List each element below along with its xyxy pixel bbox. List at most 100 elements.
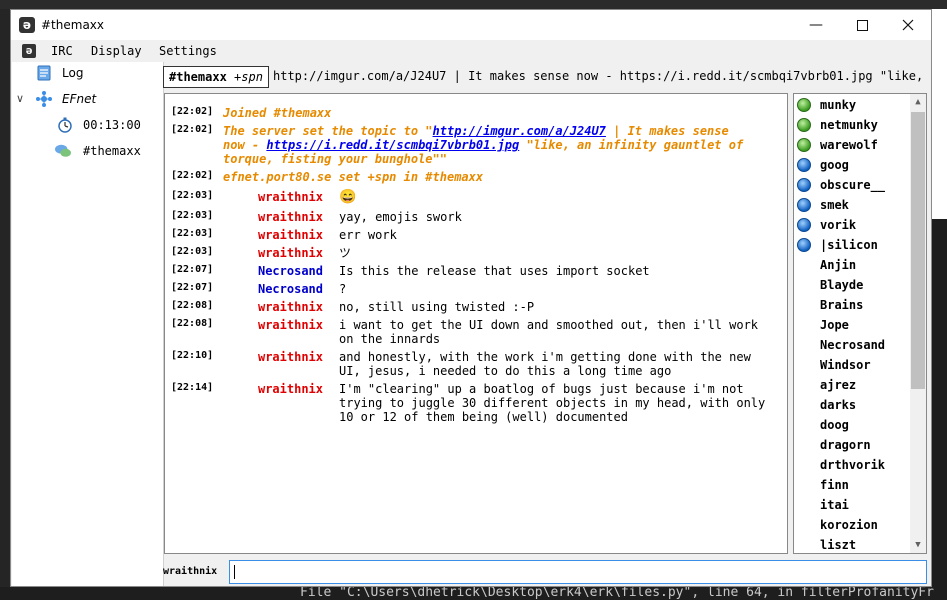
- tree-item-label: #themaxx: [83, 144, 141, 158]
- user-list[interactable]: munky netmunky warewolf goog obscure__ smek vo…: [793, 93, 927, 554]
- voice-status-icon: [797, 198, 811, 212]
- stopwatch-icon: [58, 117, 72, 133]
- user-nick: doog: [820, 418, 849, 432]
- user-nick: Necrosand: [820, 338, 886, 352]
- message-timestamp: [22:03]: [171, 190, 214, 201]
- message-text: and honestly, with the work i'm getting …: [339, 350, 751, 378]
- user-nick: obscure__: [820, 178, 886, 192]
- input-nick-label: wraithnix: [163, 566, 218, 577]
- app-icon: ə: [19, 17, 35, 33]
- message-nick[interactable]: Necrosand: [258, 264, 323, 278]
- window-title: #themaxx: [41, 18, 104, 32]
- background-window-right: [932, 9, 947, 219]
- message-input[interactable]: [229, 560, 927, 584]
- tree-item-label: Log: [62, 66, 84, 80]
- user-nick: Jope: [820, 318, 849, 332]
- message-nick[interactable]: wraithnix: [258, 318, 323, 332]
- voice-status-icon: [797, 158, 811, 172]
- user-nick: goog: [820, 158, 849, 172]
- topic-prefix: The server set the topic to ": [223, 124, 433, 138]
- message-timestamp: [22:10]: [171, 350, 214, 361]
- message-nick[interactable]: wraithnix: [258, 228, 323, 242]
- user-nick: itai: [820, 498, 849, 512]
- topic-link-imgur[interactable]: http://imgur.com/a/J24U7: [433, 124, 606, 138]
- menu-logo[interactable]: ə: [22, 44, 36, 58]
- user-nick: finn: [820, 478, 849, 492]
- message-nick[interactable]: wraithnix: [258, 246, 323, 260]
- menu-irc[interactable]: IRC: [51, 44, 73, 58]
- message-text: i want to get the UI down and smoothed o…: [339, 318, 759, 346]
- channel-mode-box: #themaxx +spn: [163, 66, 269, 88]
- message-timestamp: [22:07]: [171, 282, 214, 293]
- tree-item-label: EFnet: [62, 92, 97, 106]
- message-nick[interactable]: wraithnix: [258, 190, 323, 204]
- user-nick: Brains: [820, 298, 864, 312]
- message-text: 😄: [339, 189, 357, 205]
- message-text: ツ: [339, 246, 352, 260]
- user-nick: korozion: [820, 518, 878, 532]
- user-nick: Windsor: [820, 358, 871, 372]
- tree-item-log[interactable]: Log: [12, 62, 162, 84]
- chat-bubbles-icon: [55, 144, 71, 157]
- message-nick[interactable]: wraithnix: [258, 350, 323, 364]
- message-nick[interactable]: wraithnix: [258, 300, 323, 314]
- chat-log[interactable]: [22:02] Joined #themaxx [22:02] The serv…: [164, 93, 788, 554]
- channel-mode: +spn: [234, 70, 263, 84]
- network-icon: [36, 91, 52, 107]
- connection-tree: Log ∨ EFnet 00:13:00 #themaxx: [12, 62, 164, 586]
- chevron-down-icon[interactable]: ∨: [16, 88, 24, 110]
- message-timestamp: [22:03]: [171, 210, 214, 221]
- tree-item-label: 00:13:00: [83, 118, 141, 132]
- tree-item-efnet[interactable]: ∨ EFnet: [12, 88, 162, 110]
- voice-status-icon: [797, 238, 811, 252]
- voice-status-icon: [797, 218, 811, 232]
- topic-message: The server set the topic to "http://imgu…: [223, 124, 753, 166]
- user-list-scrollbar[interactable]: ▲ ▼: [910, 94, 926, 553]
- topic-link-reddit[interactable]: https://i.redd.it/scmbqi7vbrb01.jpg: [266, 138, 519, 152]
- menu-bar: ə IRC Display Settings: [11, 40, 931, 62]
- close-button[interactable]: [885, 10, 931, 40]
- voice-status-icon: [797, 178, 811, 192]
- channel-topic[interactable]: http://imgur.com/a/J24U7 | It makes sens…: [273, 69, 928, 83]
- tree-item-themaxx[interactable]: #themaxx: [12, 140, 162, 162]
- message-text: no, still using twisted :-P: [339, 300, 535, 314]
- user-nick: darks: [820, 398, 857, 412]
- system-message: Joined #themaxx: [223, 106, 332, 120]
- minimize-button[interactable]: —: [793, 10, 839, 40]
- user-nick: vorik: [820, 218, 857, 232]
- scrollbar-thumb[interactable]: [911, 112, 925, 389]
- user-nick: ajrez: [820, 378, 857, 392]
- user-nick: Anjin: [820, 258, 857, 272]
- irc-window: ə #themaxx — ə IRC Display Settings Log …: [10, 9, 932, 587]
- background-editor-strip: [0, 0, 947, 9]
- message-timestamp: [22:08]: [171, 300, 214, 311]
- scroll-up-icon[interactable]: ▲: [910, 94, 926, 110]
- text-caret: [234, 565, 235, 579]
- message-timestamp: [22:14]: [171, 382, 214, 393]
- op-status-icon: [797, 138, 811, 152]
- menu-settings[interactable]: Settings: [159, 44, 217, 58]
- message-nick[interactable]: Necrosand: [258, 282, 323, 296]
- topic-bar: #themaxx +spn http://imgur.com/a/J24U7 |…: [163, 66, 931, 88]
- message-nick[interactable]: wraithnix: [258, 210, 323, 224]
- message-text: yay, emojis swork: [339, 210, 462, 224]
- message-text: I'm "clearing" up a boatlog of bugs just…: [339, 382, 766, 424]
- title-bar[interactable]: ə #themaxx —: [11, 10, 931, 40]
- message-nick[interactable]: wraithnix: [258, 382, 323, 396]
- message-text: ?: [339, 282, 347, 296]
- tree-item-uptime[interactable]: 00:13:00: [12, 114, 162, 136]
- user-nick: dragorn: [820, 438, 871, 452]
- message-timestamp: [22:02]: [171, 170, 214, 181]
- op-status-icon: [797, 118, 811, 132]
- user-nick: drthvorik: [820, 458, 886, 472]
- message-text: Is this the release that uses import soc…: [339, 264, 650, 278]
- user-nick: munky: [820, 98, 857, 112]
- menu-display[interactable]: Display: [91, 44, 142, 58]
- user-nick: warewolf: [820, 138, 878, 152]
- user-nick: liszt: [820, 538, 857, 552]
- message-timestamp: [22:03]: [171, 228, 214, 239]
- close-icon: [902, 19, 914, 31]
- scroll-down-icon[interactable]: ▼: [910, 537, 926, 553]
- maximize-button[interactable]: [839, 10, 885, 40]
- log-icon: [37, 65, 51, 81]
